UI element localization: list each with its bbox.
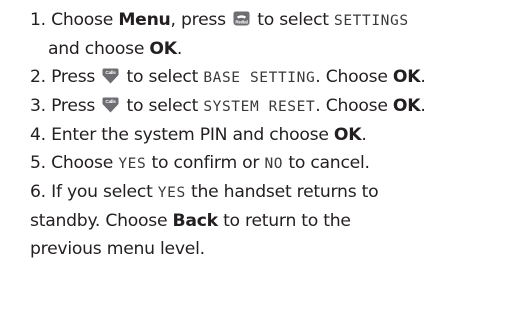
calls-key-label: Calls [106, 70, 117, 76]
step-6-continued: previous menu level. [4, 235, 530, 263]
instructions: 1. Choose Menu, press Redial to select S… [0, 0, 530, 315]
calls-key-label: Calls [106, 99, 117, 105]
step-text: to select [126, 96, 199, 116]
step-text: . Choose [315, 96, 388, 116]
step-1-continued: and choose OK. [4, 35, 530, 63]
step-text: the handset returns to [191, 182, 379, 202]
step-text: previous menu level. [30, 239, 205, 259]
step-6-continued: standby. Choose Back to return to the [4, 207, 530, 235]
step-2: 2. Press Calls to select BASE SETTING. C… [4, 63, 530, 92]
step-number: 3. [30, 96, 46, 116]
step-number: 6. [30, 182, 46, 202]
step-6: 6. If you select YES the handset returns… [4, 178, 530, 207]
redial-key-icon: Redial [233, 11, 250, 26]
display-text-base-setting: BASE SETTING [203, 70, 316, 86]
step-text: . [420, 96, 426, 116]
ok-softkey-label: OK [392, 67, 421, 87]
step-text: . [361, 125, 367, 145]
display-text-settings: SETTINGS [334, 13, 409, 29]
step-number: 1. [30, 10, 46, 30]
redial-key-label: Redial [235, 20, 247, 25]
step-text: Press [51, 67, 96, 87]
step-text: Enter the system PIN and choose [51, 125, 329, 145]
step-text: and choose [48, 39, 145, 59]
step-number: 4. [30, 125, 46, 145]
step-text: Press [51, 96, 96, 116]
step-text: . Choose [315, 67, 388, 87]
step-5: 5. Choose YES to confirm or NO to cancel… [4, 149, 530, 178]
display-text-system-reset: SYSTEM RESET [203, 99, 316, 115]
step-3: 3. Press Calls to select SYSTEM RESET. C… [4, 92, 530, 121]
step-text: to confirm or [151, 153, 260, 173]
step-4: 4. Enter the system PIN and choose OK. [4, 121, 530, 149]
step-number: 2. [30, 67, 46, 87]
ok-softkey-label: OK [149, 39, 177, 59]
back-softkey-label: Back [172, 211, 219, 231]
step-text: standby. Choose [30, 211, 168, 231]
step-text: to return to the [223, 211, 351, 231]
step-text: Choose [51, 10, 114, 30]
calls-key-icon: Calls [102, 97, 119, 113]
step-text: to select [257, 10, 329, 30]
step-text: . [176, 39, 183, 59]
step-text: to cancel. [288, 153, 370, 173]
step-1: 1. Choose Menu, press Redial to select S… [4, 6, 530, 35]
menu-softkey-label: Menu [118, 10, 171, 30]
step-number: 5. [30, 153, 46, 173]
ok-softkey-label: OK [392, 96, 421, 116]
calls-key-icon: Calls [102, 68, 119, 84]
display-text-no: NO [264, 156, 284, 172]
display-text-yes: YES [118, 156, 147, 172]
display-text-yes: YES [157, 185, 186, 201]
ok-softkey-label: OK [333, 125, 362, 145]
step-text: , press [170, 10, 227, 30]
step-text: If you select [51, 182, 153, 202]
step-text: to select [126, 67, 199, 87]
step-text: . [420, 67, 426, 87]
step-text: Choose [51, 153, 114, 173]
